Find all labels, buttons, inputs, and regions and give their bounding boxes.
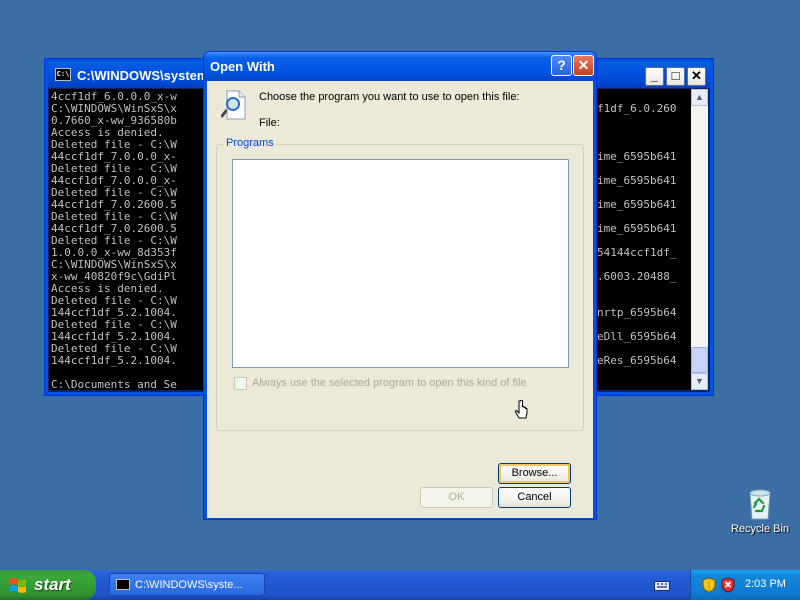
recycle-bin-icon (749, 489, 771, 520)
programs-list[interactable] (232, 159, 569, 368)
console-icon: C:\ (55, 68, 71, 81)
console-scrollbar[interactable]: ▲ ▼ (691, 89, 708, 390)
ok-button: OK (420, 487, 493, 508)
start-button[interactable]: start (0, 570, 96, 600)
console-title: C:\WINDOWS\system (77, 68, 209, 83)
dialog-prompt: Choose the program you want to use to op… (259, 91, 520, 103)
console-line: f1df_6.0.260 (597, 102, 677, 115)
console-line: ime_6595b641 (597, 198, 677, 211)
keyboard-icon[interactable] (654, 579, 670, 591)
dialog-title: Open With (210, 59, 275, 74)
programs-group: Programs Always use the selected program… (216, 137, 584, 484)
security-alert-icon[interactable] (721, 577, 735, 593)
close-button[interactable]: ✕ (573, 55, 594, 76)
clock: 2:03 PM (745, 578, 786, 590)
recycle-bin-label: Recycle Bin (730, 523, 790, 535)
console-line: nrtp_6595b64 (597, 306, 677, 319)
scroll-down-button[interactable]: ▼ (691, 373, 708, 390)
open-with-dialog: Open With ? ✕ Choose the program you wan… (203, 51, 597, 520)
minimize-button[interactable]: _ (645, 67, 664, 86)
scroll-thumb[interactable] (691, 347, 708, 373)
console-line: ime_6595b641 (597, 174, 677, 187)
windows-logo-icon (10, 578, 26, 593)
console-icon (116, 579, 130, 590)
console-close-button[interactable]: ✕ (687, 67, 706, 86)
maximize-button[interactable]: □ (666, 67, 685, 86)
recycle-bin-desktop-icon[interactable]: Recycle Bin (727, 487, 793, 535)
help-button[interactable]: ? (551, 55, 572, 76)
console-line: .6003.20488_ (597, 270, 677, 283)
start-label: start (34, 575, 71, 594)
console-line: eRes_6595b64 (597, 354, 677, 367)
console-right-text: f1df_6.0.260 ime_6595b641 ime_6595b641 ime_… (597, 91, 691, 390)
browse-button[interactable]: Browse... (498, 463, 571, 484)
taskbar-item-label: C:\WINDOWS\syste... (135, 579, 243, 591)
programs-label: Programs (224, 137, 276, 149)
console-line: 54144ccf1df_ (597, 246, 677, 259)
dialog-body: Choose the program you want to use to op… (207, 81, 593, 518)
always-use-checkbox (234, 377, 247, 390)
cancel-button[interactable]: Cancel (498, 487, 571, 508)
security-shield-icon[interactable] (702, 577, 716, 593)
mouse-cursor-icon (515, 400, 528, 419)
search-document-icon (221, 90, 246, 120)
console-line: ime_6595b641 (597, 222, 677, 235)
console-line: eDll_6595b64 (597, 330, 677, 343)
always-use-label: Always use the selected program to open … (252, 377, 527, 389)
console-line: ime_6595b641 (597, 150, 677, 163)
taskbar-item-console[interactable]: C:\WINDOWS\syste... (109, 573, 265, 596)
file-label: File: (259, 117, 280, 129)
scroll-up-button[interactable]: ▲ (691, 89, 708, 106)
dialog-title-bar[interactable]: Open With ? ✕ (204, 52, 596, 81)
system-tray: 2:03 PM (690, 570, 800, 600)
taskbar: start C:\WINDOWS\syste... 2:03 PM (0, 570, 800, 600)
